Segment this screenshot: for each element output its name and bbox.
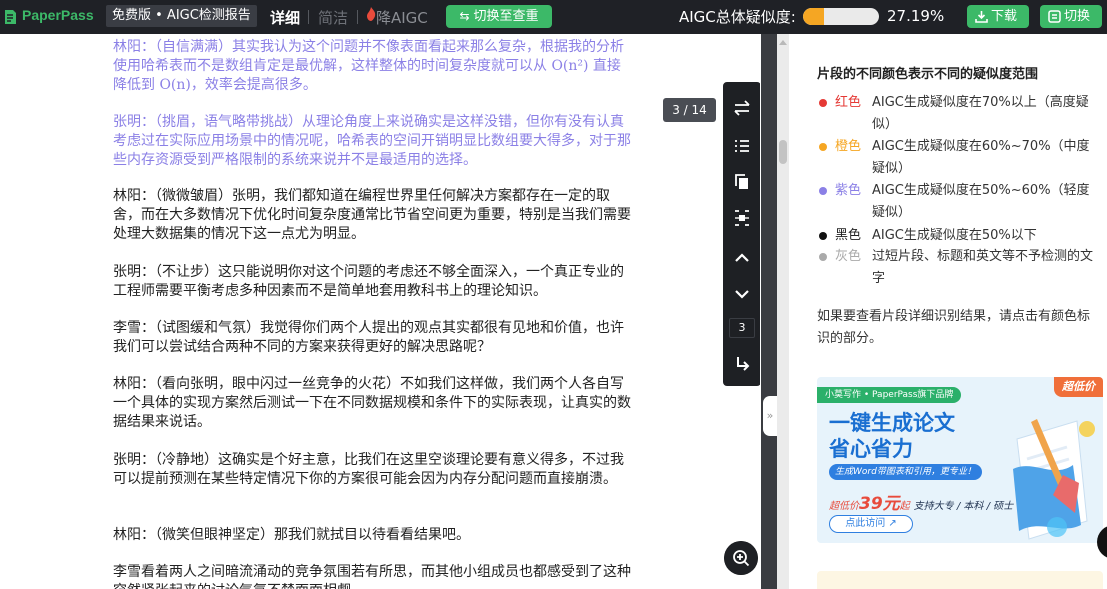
progress-fill [803, 8, 824, 25]
tab-reduce-aigc[interactable]: 降AIGC [376, 7, 428, 28]
promo-visit-label: 点此访问 [845, 518, 886, 529]
collapse-panel-handle[interactable]: » [763, 396, 777, 436]
tab-divider [357, 10, 358, 24]
legend-panel: 片段的不同颜色表示不同的疑似度范围 红色 AIGC生成疑似度在70%以上（高度疑… [789, 34, 1107, 589]
flame-icon [367, 7, 376, 21]
paragraph[interactable]: 林阳：（微微皱眉）张明，我们都知道在编程世界里任何解决方案都存在一定的取舍，而在… [113, 187, 633, 244]
tab-simple[interactable]: 简洁 [318, 7, 348, 28]
legend-color-name: 红色 [835, 95, 862, 110]
legend-title: 片段的不同颜色表示不同的疑似度范围 [817, 67, 1039, 82]
legend-color-name: 灰色 [835, 249, 862, 264]
promo-corner-badge: 超低价 [1054, 377, 1103, 397]
legend-color-name: 紫色 [835, 183, 862, 198]
swap-icon: ⇆ [459, 9, 470, 23]
jump-to-icon[interactable] [732, 354, 752, 374]
legend-dot [819, 99, 827, 107]
paragraph-text: 张明：（挑眉，语气略带挑战）从理论角度上来说确实是这样没错，但你有没有认真考虑过… [113, 114, 631, 168]
document-scrollbar[interactable] [777, 34, 789, 589]
promo-price: 39元 [859, 494, 900, 514]
legend-dot [819, 143, 827, 151]
legend-dot [819, 253, 827, 261]
paragraph-purple[interactable]: 张明：（挑眉，语气略带挑战）从理论角度上来说确实是这样没错，但你有没有认真考虑过… [113, 113, 633, 170]
paragraph[interactable]: 张明：（冷静地）这确实是个好主意，比我们在这里空谈理论要有意义得多，不过我可以提… [113, 451, 633, 489]
document-view[interactable]: 林阳：（自信满满）其实我认为这个问题并不像表面看起来那么复杂，根据我的分析使用哈… [0, 34, 760, 589]
legend-desc: AIGC生成疑似度在60%~70%（中度疑似） [872, 139, 1090, 176]
tab-detail[interactable]: 详细 [270, 7, 300, 28]
chevron-down-icon[interactable] [732, 284, 752, 304]
list-icon[interactable] [732, 136, 752, 156]
legend-dot [819, 187, 827, 195]
brand-name: PaperPass [22, 7, 94, 23]
paragraph[interactable]: 张明：（不让步）这只能说明你对这个问题的考虑还不够全面深入，一个真正专业的工程师… [113, 263, 633, 301]
reader-toolbar: 3 [723, 82, 760, 386]
paragraph-text: 林阳：（看向张明，眼中闪过一丝竞争的火花）不如我们这样做，我们两个人各自写一个具… [113, 376, 631, 430]
panel-divider [761, 34, 777, 589]
toggle-icon [1048, 10, 1061, 23]
toggle-button-label: 切换 [1064, 9, 1091, 24]
paragraph[interactable]: 林阳：（看向张明，眼中闪过一丝竞争的火花）不如我们这样做，我们两个人各自写一个具… [113, 375, 633, 432]
legend-hint: 如果要查看片段详细识别结果，请点击有颜色标识的部分。 [817, 309, 1091, 346]
paragraph-purple[interactable]: 林阳：（自信满满）其实我认为这个问题并不像表面看起来那么复杂，根据我的分析使用哈… [113, 38, 633, 95]
paragraph-text: 李雪：（试图缓和气氛）我觉得你们两个人提出的观点其实都很有见地和价值，也许我们可… [113, 320, 624, 355]
legend-desc: AIGC生成疑似度在50%~60%（轻度疑似） [872, 183, 1090, 220]
paragraph-text: 张明：（冷静地）这确实是个好主意，比我们在这里空谈理论要有意义得多，不过我可以提… [113, 452, 624, 487]
tab-divider [308, 10, 309, 24]
paperpass-logo-icon [5, 10, 16, 24]
switch-to-plagiarism-button[interactable]: ⇆ 切换至查重 [446, 5, 552, 28]
overall-score-value: 27.19% [887, 7, 945, 25]
scroll-up-icon[interactable] [779, 40, 787, 45]
download-icon [975, 11, 988, 23]
legend-color-name: 橙色 [835, 139, 862, 154]
promo-price-prefix: 超低价 [829, 501, 859, 512]
top-bar: PaperPass 免费版 • AIGC检测报告 详细 简洁 降AIGC ⇆ 切换… [0, 0, 1107, 34]
legend-dot [819, 232, 827, 240]
promo-tag: 小莫写作 • PaperPass旗下品牌 [817, 387, 962, 403]
promo-illustration [1013, 419, 1095, 540]
paragraph[interactable]: 林阳：（微笑但眼神坚定）那我们就拭目以待看看结果吧。 [113, 526, 633, 545]
page-indicator: 3 / 14 [663, 98, 716, 122]
promo-banner[interactable]: 小莫写作 • PaperPass旗下品牌 超低价 一键生成论文 省心省力 生成W… [817, 377, 1103, 543]
legend-desc: 过短片段、标题和英文等不予检测的文字 [872, 249, 1094, 286]
chevron-up-icon[interactable] [732, 248, 752, 268]
paragraph-text: 林阳：（微微皱眉）张明，我们都知道在编程世界里任何解决方案都存在一定的取舍，而在… [113, 188, 631, 242]
paragraph[interactable]: 李雪：（试图缓和气氛）我觉得你们两个人提出的观点其实都很有见地和价值，也许我们可… [113, 319, 633, 357]
promo-badge: 生成Word带图表和引用，更专业！ [829, 464, 982, 480]
switch-button-label: 切换至查重 [473, 9, 539, 24]
paragraph-text: 张明：（不让步）这只能说明你对这个问题的考虑还不够全面深入，一个真正专业的工程师… [113, 264, 624, 299]
copy-icon[interactable] [732, 172, 752, 192]
paragraph-text: 林阳：（自信满满）其实我认为这个问题并不像表面看起来那么复杂，根据我的分析使用哈… [113, 39, 624, 93]
paragraph[interactable]: 李雪看着两人之间暗流涌动的竞争氛围若有所思，而其他小组成员也都感受到了这种突然紧… [113, 563, 633, 589]
promo-price-line: 超低价39元起 支持大专 / 本科 / 硕士 [829, 489, 1013, 514]
paragraph-text: 李雪看着两人之间暗流涌动的竞争氛围若有所思，而其他小组成员也都感受到了这种突然紧… [113, 564, 631, 589]
legend-desc: AIGC生成疑似度在50%以下 [872, 228, 1037, 243]
legend-color-name: 黑色 [835, 228, 862, 243]
overall-score-progress [803, 8, 879, 25]
promo-price-suffix: 起 [899, 501, 910, 512]
paragraph-text: 林阳：（微笑但眼神坚定）那我们就拭目以待看看结果吧。 [113, 527, 470, 543]
swap-arrows-icon[interactable] [732, 98, 752, 118]
legend-desc: AIGC生成疑似度在70%以上（高度疑似） [872, 95, 1089, 132]
promo-visit-button[interactable]: 点此访问 ↗ [829, 515, 913, 533]
download-button-label: 下载 [991, 9, 1018, 24]
toggle-button[interactable]: 切换 [1040, 5, 1102, 28]
bottom-card [817, 571, 1103, 589]
download-button[interactable]: 下载 [967, 5, 1029, 28]
overall-score-label: AIGC总体疑似度: [679, 8, 796, 26]
edition-label: 免费版 • AIGC检测报告 [106, 5, 257, 27]
locate-icon[interactable] [732, 208, 752, 228]
zoom-in-icon[interactable] [724, 541, 758, 575]
promo-title-line2: 省心省力 [829, 437, 913, 461]
scroll-thumb[interactable] [779, 140, 787, 164]
paragraph-counter[interactable]: 3 [729, 318, 755, 338]
